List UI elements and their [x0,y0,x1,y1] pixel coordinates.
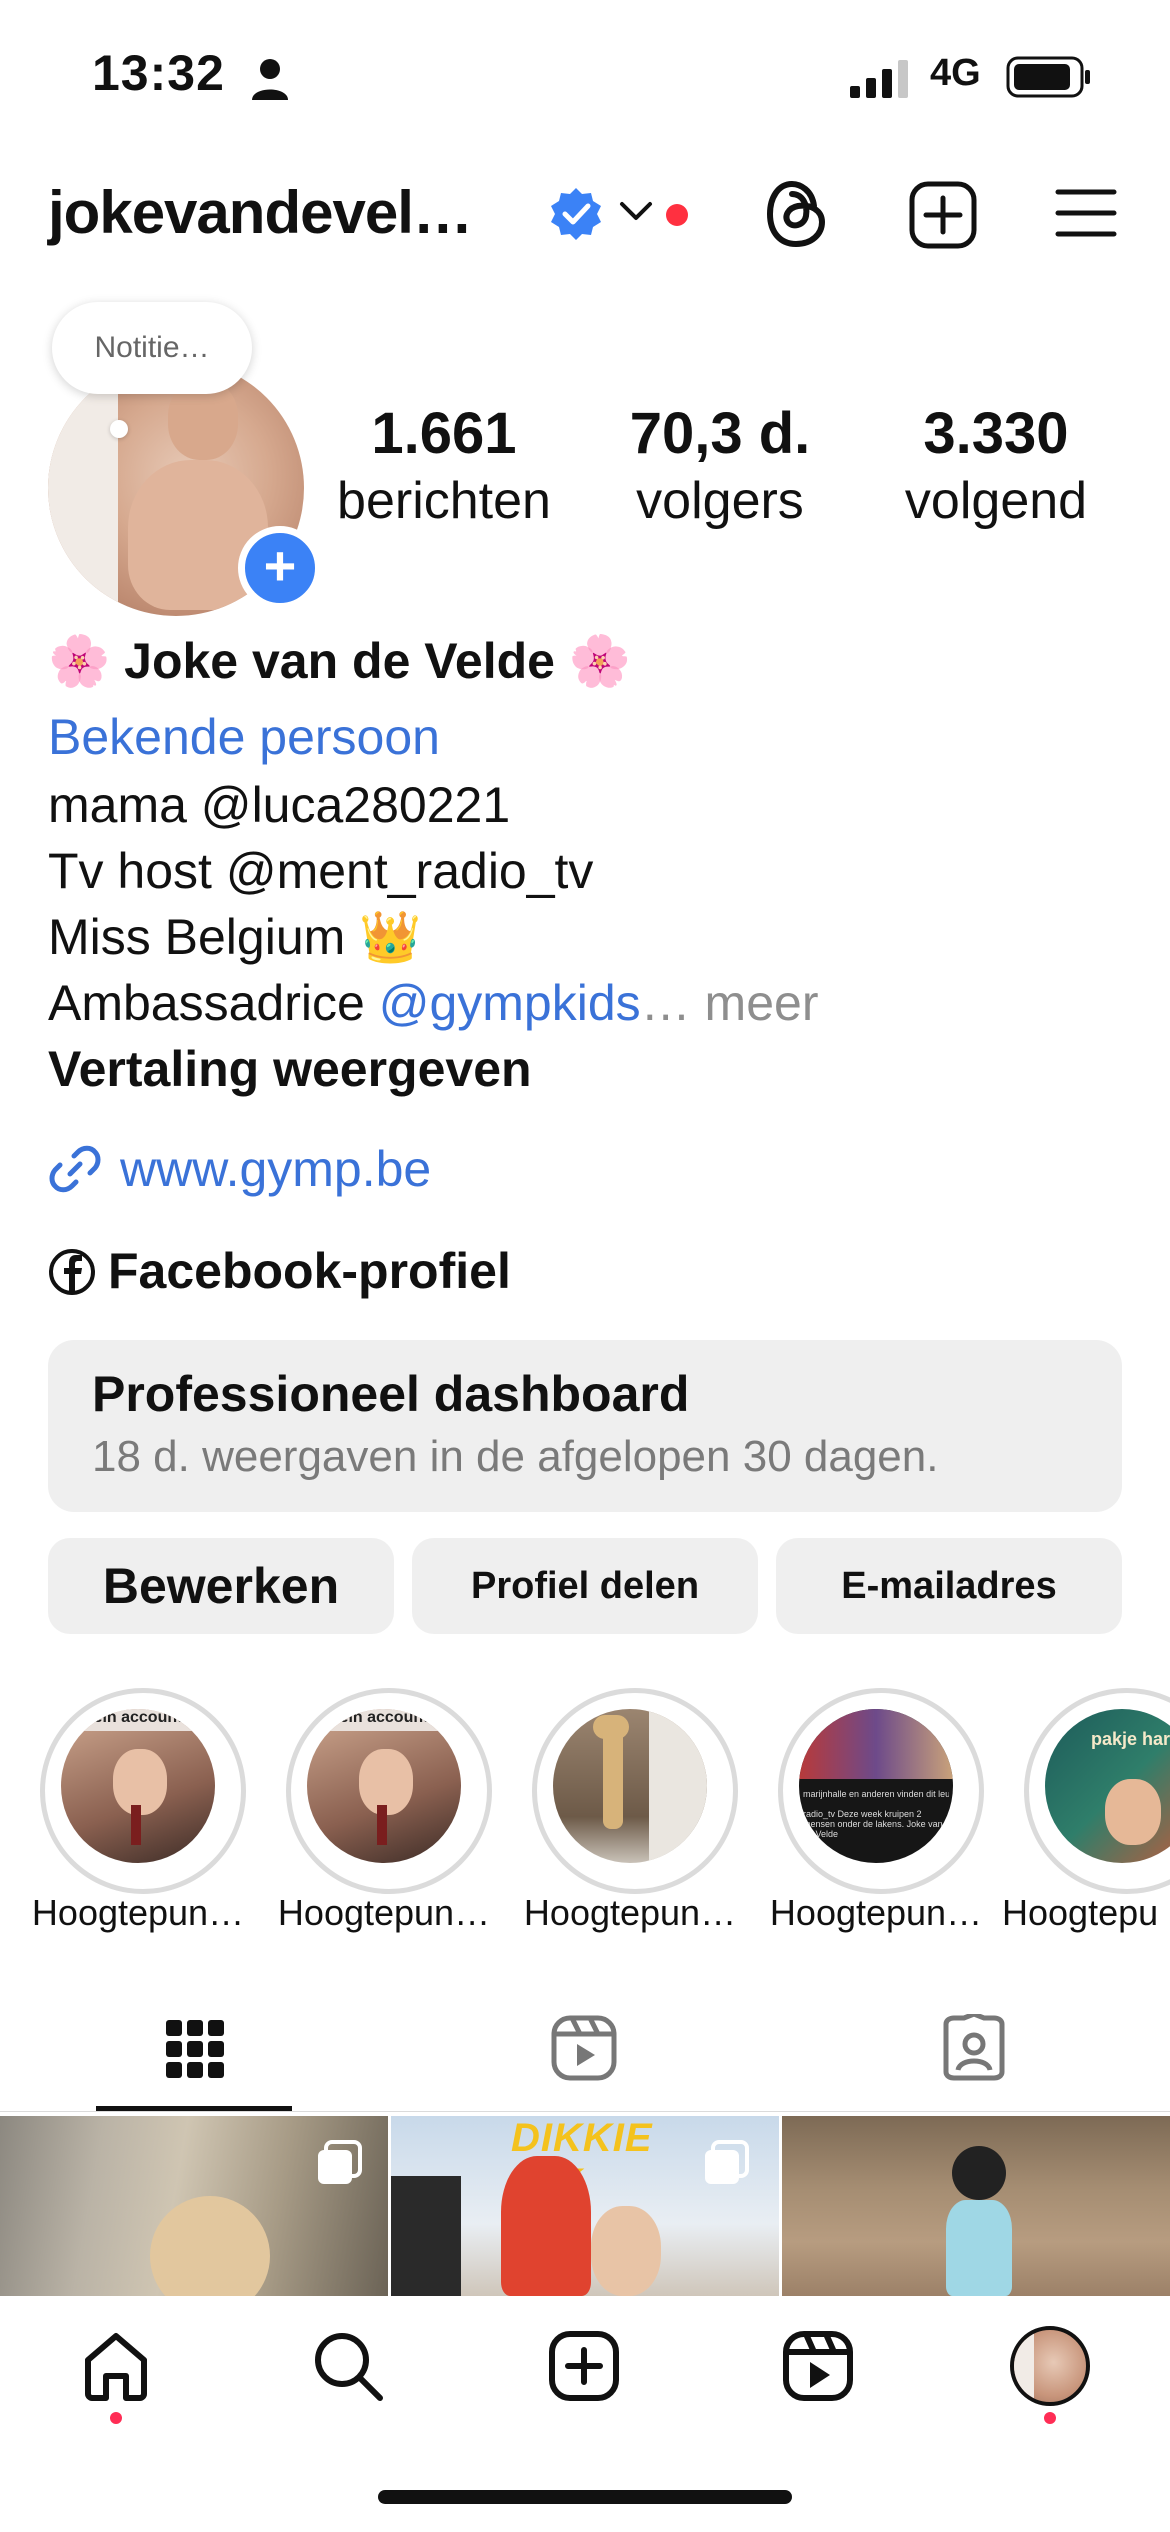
highlight-5-label: Hoogtepu [1002,1892,1159,1933]
profile-tab-avatar[interactable] [1010,2326,1090,2406]
profile-display-name: 🌸 Joke van de Velde 🌸 [48,633,632,689]
create-post-icon[interactable] [908,180,978,250]
bio-line-2: Tv host @ment_radio_tv [48,843,594,899]
bio-line-1: mama @luca280221 [48,777,511,833]
highlight-5-sign: pakje hart [1091,1729,1170,1749]
home-indicator [378,2490,792,2504]
bio-mention-gympkids[interactable]: @gympkids [379,975,641,1031]
facebook-profile-link[interactable]: Facebook-profiel [108,1242,511,1300]
share-profile-button[interactable]: Profiel delen [412,1538,758,1634]
highlight-4-caption: radio_tv Deze week kruipen 2 mensen onde… [803,1809,943,1839]
verified-badge-icon [551,188,601,240]
highlight-3-label: Hoogtepun… [523,1892,737,1933]
stat-following[interactable]: 3.330 volgend [866,400,1126,531]
translate-link[interactable]: Vertaling weergeven [48,1040,532,1098]
person-icon [252,59,288,100]
link-icon [49,1145,101,1193]
highlight-2[interactable]: ein account [286,1688,492,1894]
profile-notification-dot [1044,2412,1056,2424]
carousel-icon [318,2140,362,2184]
threads-icon[interactable] [762,176,834,252]
highlight-4-cover: marijnhalle en anderen vinden dit leuk r… [799,1709,953,1863]
bio-line-4-prefix: Ambassadrice [48,975,379,1031]
highlight-4-label: Hoogtepun… [769,1892,983,1933]
post-thumbnail-1[interactable] [0,2116,388,2296]
profile-username[interactable]: jokevandevel… [48,178,473,247]
home-notification-dot [110,2412,122,2424]
new-post-icon[interactable] [548,2330,620,2402]
bio-ellipsis: … [640,975,691,1031]
signal-icon [850,60,908,98]
reels-icon[interactable] [782,2330,854,2402]
reels-tab-icon[interactable] [550,2014,618,2082]
profile-category[interactable]: Bekende persoon [48,708,440,766]
email-button[interactable]: E-mailadres [776,1538,1122,1634]
stat-posts[interactable]: 1.661 berichten [314,400,574,531]
stat-followers-label: volgers [636,472,804,530]
highlight-2-cover-text: ein account [307,1709,461,1731]
stat-followers[interactable]: 70,3 d. volgers [590,400,850,531]
carousel-icon [705,2140,749,2184]
highlight-4[interactable]: marijnhalle en anderen vinden dit leuk r… [778,1688,984,1894]
add-story-button[interactable]: + [238,526,322,610]
tab-divider [0,2111,1170,2112]
highlight-4-likes: marijnhalle en anderen vinden dit leuk [803,1789,949,1799]
status-time: 13:32 [92,45,225,101]
home-icon[interactable] [80,2330,152,2402]
account-notification-dot [666,204,688,226]
stat-followers-value: 70,3 d. [629,401,811,466]
grid-tab-icon[interactable] [164,2018,226,2080]
highlight-5[interactable]: pakje hart [1024,1688,1170,1894]
dashboard-subtitle: 18 d. weergaven in de afgelopen 30 dagen… [92,1432,939,1481]
highlight-5-cover: pakje hart [1045,1709,1170,1863]
note-bubble[interactable]: Notitie… [52,302,252,394]
highlight-3-cover [553,1709,707,1863]
stat-posts-label: berichten [337,472,551,530]
post-thumbnail-3[interactable] [782,2116,1170,2296]
chevron-down-icon[interactable] [618,200,654,224]
highlight-2-cover: ein account [307,1709,461,1863]
edit-profile-button[interactable]: Bewerken [48,1538,394,1634]
facebook-icon [49,1249,95,1295]
stat-following-label: volgend [904,472,1088,530]
highlight-3[interactable] [532,1688,738,1894]
battery-icon [1006,56,1090,98]
post-thumbnail-2[interactable]: DIKKIE DIK [391,2116,779,2296]
menu-icon[interactable] [1054,186,1118,240]
profile-screen: 13:32 4G jokevandevel… Notitie… + 1.661 … [0,0,1170,2532]
highlight-1-label: Hoogtepun… [31,1892,245,1933]
note-bubble-tail [110,420,128,438]
bio-more-link[interactable]: meer [691,975,819,1031]
network-type: 4G [930,52,981,94]
highlight-1[interactable]: ein account [40,1688,246,1894]
bio-line-3: Miss Belgium 👑 [48,909,422,965]
bio-line-4: Ambassadrice @gympkids… meer [48,974,818,1032]
highlight-1-cover-text: ein account [61,1709,215,1731]
dashboard-title: Professioneel dashboard [92,1366,690,1422]
stat-posts-value: 1.661 [371,401,517,466]
tagged-tab-icon[interactable] [940,2014,1008,2082]
highlight-2-label: Hoogtepun… [277,1892,491,1933]
highlight-1-cover: ein account [61,1709,215,1863]
website-link[interactable]: www.gymp.be [120,1140,431,1198]
stat-following-value: 3.330 [923,401,1069,466]
search-icon[interactable] [312,2330,384,2402]
